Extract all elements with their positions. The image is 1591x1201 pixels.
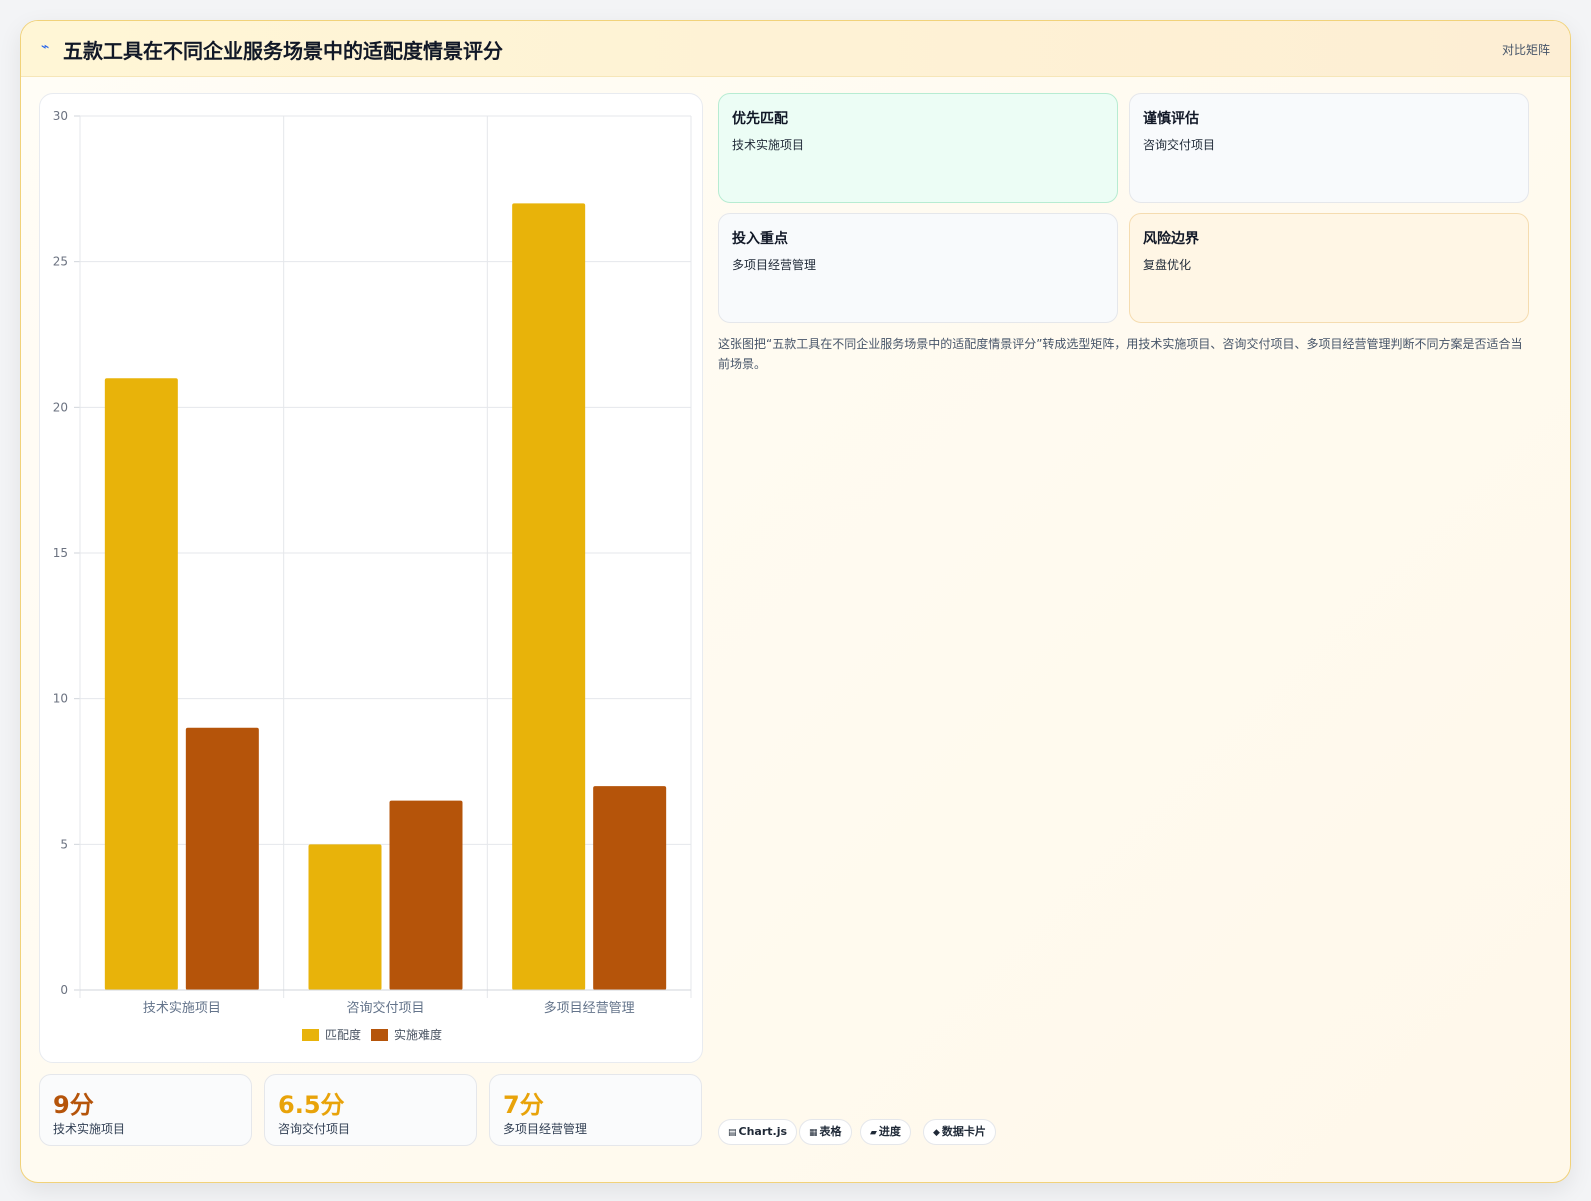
box-risk-boundary: 风险边界 复盘优化	[1129, 213, 1529, 323]
box-title: 优先匹配	[732, 111, 788, 127]
card-icon: ◆	[933, 1128, 940, 1138]
x-tick-label: 咨询交付项目	[346, 1000, 424, 1016]
pill-label: 数据卡片	[941, 1125, 986, 1138]
kpi-label: 咨询交付项目	[278, 1122, 351, 1136]
tag-data-card[interactable]: ◆ 数据卡片	[923, 1119, 996, 1145]
legend-label: 匹配度	[325, 1027, 361, 1042]
report-card: ⌁ 五款工具在不同企业服务场景中的适配度情景评分 对比矩阵 0 5 10 15 20 25…	[20, 20, 1571, 1183]
card-header: ⌁ 五款工具在不同企业服务场景中的适配度情景评分 对比矩阵	[21, 21, 1570, 77]
pill-label: 表格	[819, 1125, 842, 1138]
box-title: 风险边界	[1143, 231, 1199, 247]
tag-chartjs[interactable]: ▤ Chart.js	[718, 1119, 798, 1145]
tag-table[interactable]: ▦ 表格	[799, 1119, 852, 1145]
card-title: 五款工具在不同企业服务场景中的适配度情景评分	[63, 39, 503, 63]
description-text: 这张图把“五款工具在不同企业服务场景中的适配度情景评分”转成选型矩阵，用技术实施…	[718, 337, 1523, 371]
legend-swatch	[371, 1029, 388, 1041]
x-tick-label: 多项目经营管理	[544, 1000, 635, 1016]
progress-icon: ▰	[870, 1128, 877, 1138]
pill-label: Chart.js	[738, 1125, 788, 1138]
bar-match	[104, 378, 178, 990]
x-tick-label: 技术实施项目	[143, 1001, 221, 1016]
box-priority-match: 优先匹配 技术实施项目	[718, 93, 1118, 203]
kpi-label: 技术实施项目	[53, 1122, 126, 1136]
box-subtitle: 咨询交付项目	[1143, 138, 1216, 152]
kpi-card-2: 6.5分 咨询交付项目	[264, 1074, 477, 1146]
y-tick-label: 15	[53, 546, 68, 560]
bar-difficulty	[185, 727, 259, 990]
legend-swatch	[302, 1029, 319, 1041]
legend-label: 实施难度	[394, 1027, 442, 1042]
y-tick-label: 25	[53, 255, 68, 269]
box-subtitle: 技术实施项目	[732, 138, 805, 152]
table-icon: ▦	[809, 1128, 818, 1138]
bar-difficulty	[593, 786, 667, 990]
box-title: 谨慎评估	[1143, 111, 1199, 127]
box-investment-focus: 投入重点 多项目经营管理	[718, 213, 1118, 323]
chart-icon: ▤	[728, 1128, 737, 1138]
kpi-value: 7分	[503, 1091, 544, 1119]
kpi-value: 6.5分	[278, 1091, 345, 1119]
pill-label: 进度	[878, 1125, 901, 1138]
y-tick-label: 0	[60, 983, 68, 997]
y-tick-label: 5	[60, 837, 68, 851]
header-tag: 对比矩阵	[1501, 43, 1550, 57]
y-tick-label: 20	[53, 400, 68, 414]
chart-panel: 0 5 10 15 20 25 30 技术实施项目 咨询交付项目 多项目经营管理匹配度 实施难度	[39, 93, 703, 1063]
bar-chart: 0 5 10 15 20 25 30 技术实施项目 咨询交付项目 多项目经营管理匹配度 实施难度	[53, 109, 692, 1042]
box-title: 投入重点	[732, 231, 788, 247]
kpi-card-1: 9分 技术实施项目	[39, 1074, 252, 1146]
box-subtitle: 复盘优化	[1143, 258, 1192, 272]
kpi-label: 多项目经营管理	[503, 1122, 588, 1136]
y-tick-label: 30	[53, 109, 68, 123]
bar-difficulty	[389, 800, 463, 990]
tag-progress[interactable]: ▰ 进度	[860, 1119, 911, 1145]
box-subtitle: 多项目经营管理	[732, 258, 817, 272]
kpi-card-3: 7分 多项目经营管理	[489, 1074, 702, 1146]
kpi-value: 9分	[53, 1091, 94, 1119]
y-tick-label: 10	[53, 692, 68, 706]
bar-match	[512, 203, 586, 990]
trend-icon: ⌁	[41, 39, 50, 55]
box-careful-eval: 谨慎评估 咨询交付项目	[1129, 93, 1529, 203]
bar-match	[308, 844, 382, 990]
